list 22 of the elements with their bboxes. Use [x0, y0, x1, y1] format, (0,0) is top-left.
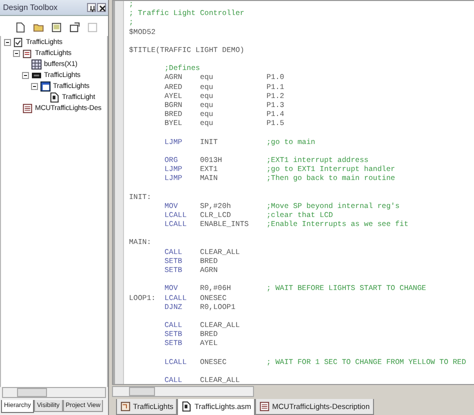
grid-icon [31, 59, 42, 70]
panel-title: Design Toolbox [3, 3, 59, 12]
page-icon[interactable] [15, 22, 26, 33]
chip-icon [31, 70, 42, 81]
expander-icon[interactable] [31, 83, 38, 90]
document-icon [181, 401, 192, 412]
expander-icon[interactable] [22, 72, 29, 79]
document-icon [120, 401, 131, 412]
horizontal-scrollbar[interactable] [112, 386, 254, 397]
window-icon[interactable] [69, 22, 80, 33]
expander-icon[interactable] [4, 39, 11, 46]
document-icon [22, 103, 33, 114]
horizontal-scrollbar[interactable] [2, 387, 106, 398]
pin-button[interactable] [87, 3, 96, 12]
open-folder-icon[interactable] [33, 22, 44, 33]
list-icon [22, 48, 33, 59]
document-icon [259, 401, 270, 412]
close-button[interactable] [97, 3, 106, 12]
expander-icon[interactable] [13, 50, 20, 57]
page-icon[interactable] [51, 22, 62, 33]
window-icon [40, 81, 51, 92]
document-icon [49, 92, 60, 103]
